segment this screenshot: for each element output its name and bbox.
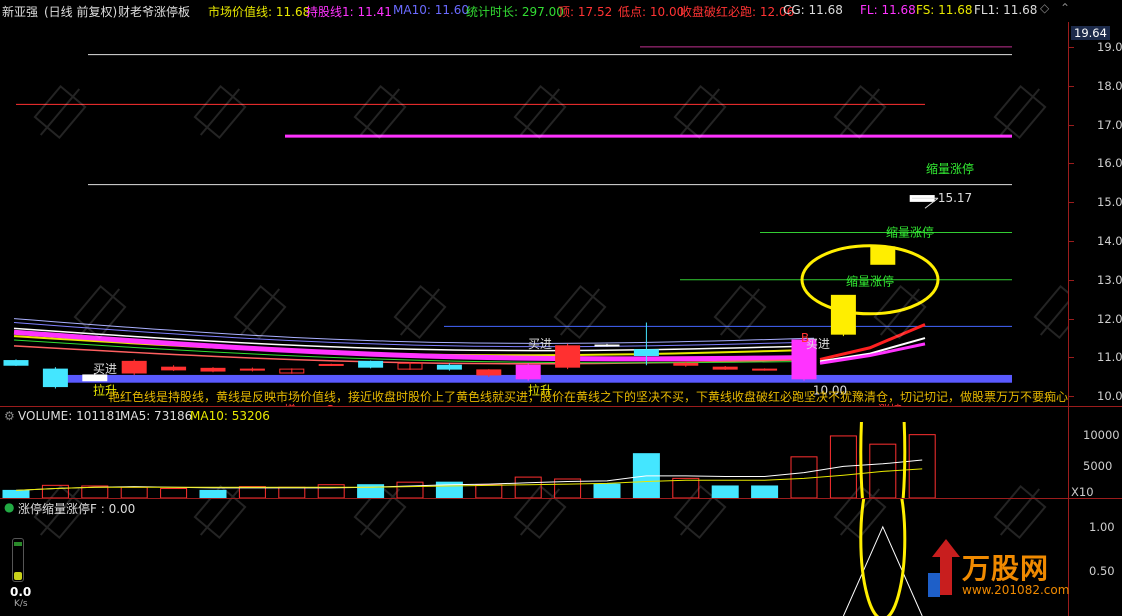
volume-bar[interactable] (672, 477, 700, 498)
brand-logo: 万股网 www.201082.com (918, 537, 1070, 607)
brand-name: 万股网 (962, 552, 1050, 585)
volume-bar[interactable] (120, 486, 148, 498)
price-tick-label: 18.00 (1097, 78, 1122, 93)
speed-meter-icon (12, 538, 24, 582)
price-tick-label: 13.00 (1097, 272, 1122, 287)
watermark-tile (1033, 284, 1068, 340)
indicator-axis: 1.00 0.50 (1068, 499, 1122, 616)
volume-bar[interactable] (908, 434, 936, 498)
watermark-tile (713, 284, 767, 340)
volume-bar[interactable] (751, 485, 779, 498)
price-tick (1069, 202, 1074, 204)
speed-unit: K/s (14, 599, 28, 609)
price-tick (1069, 240, 1074, 242)
indicator-tick-label: 1.00 (1089, 519, 1115, 534)
price-tick (1069, 279, 1074, 281)
price-tick (1069, 396, 1074, 398)
volume-bar[interactable] (396, 481, 424, 498)
volume-tick-label: 5000 (1083, 459, 1113, 474)
watermark-tile (33, 84, 87, 140)
volume-bar[interactable] (2, 489, 30, 498)
price-tick-label: 15.00 (1097, 195, 1122, 210)
indicator-value-2: MA10: 11.60 (393, 3, 470, 17)
volume-axis: X10 10000 5000 (1068, 407, 1122, 499)
indicator-value-5: 低点: 10.00 (618, 5, 685, 19)
volume-unit: X10 (1071, 485, 1094, 499)
volume-bar[interactable] (711, 485, 739, 498)
settings-diamond-icon[interactable]: ◇ (1040, 1, 1049, 15)
indicator-line (842, 525, 923, 616)
volume-bar[interactable] (278, 486, 306, 498)
brand-site: www.201082.com (962, 583, 1070, 597)
watermark-tile (233, 284, 287, 340)
price-tick-label: 16.00 (1097, 156, 1122, 171)
indicator-value-6: 收盘破红必跑: 12.06 (680, 5, 795, 19)
volume-ma5-label: MA5: 73186 (120, 409, 193, 423)
watermark-tile (393, 284, 447, 340)
indicator-value-8: FL: 11.68 (860, 3, 916, 17)
indicator-name[interactable]: 财老爷涨停板 (118, 3, 190, 20)
price-tick (1069, 318, 1074, 320)
speed-value: 0.0 (10, 585, 32, 599)
indicator-value-3: 统计时长: 297.00 (466, 5, 564, 19)
volume-bar[interactable] (475, 484, 503, 498)
indicator-value-7: CG: 11.68 (783, 3, 843, 17)
price-tick (1069, 124, 1074, 126)
indicator-tick-label: 0.50 (1089, 564, 1115, 579)
volume-bar[interactable] (41, 484, 69, 498)
watermark-tile (73, 284, 127, 340)
indicator-header: 新亚强 (日线 前复权) 财老爷涨停板 市场价值线: 11.68 持股线1: 11… (0, 0, 1122, 20)
panel-divider[interactable] (0, 406, 1122, 407)
watermark-tile (873, 284, 927, 340)
volume-bar[interactable] (829, 435, 857, 498)
volume-bar[interactable] (199, 489, 227, 498)
current-price-label: 19.64 (1071, 26, 1110, 40)
highlight-ellipse (859, 499, 907, 616)
volume-label: VOLUME: 101181 (18, 409, 122, 423)
volume-bar[interactable] (514, 476, 542, 498)
volume-chart[interactable] (0, 422, 1068, 498)
price-tick-label: 11.00 (1097, 350, 1122, 365)
price-tick (1069, 163, 1074, 165)
indicator-chart[interactable] (0, 499, 1068, 616)
volume-bar[interactable] (593, 483, 621, 498)
indicator-value-1: 持股线1: 11.41 (306, 5, 392, 19)
volume-tick-label: 10000 (1083, 427, 1120, 442)
price-tick-label: 19.00 (1097, 39, 1122, 54)
price-tick (1069, 46, 1074, 48)
price-axis[interactable]: 19.64 19.00 18.00 17.00 16.00 15.00 14.00 13.0… (1068, 22, 1122, 406)
volume-ma10-label: MA10: 53206 (190, 409, 270, 423)
volume-settings-icon[interactable]: ⚙ (4, 409, 15, 423)
price-tick-label: 14.00 (1097, 233, 1122, 248)
price-tick (1069, 85, 1074, 87)
watermark-tile (193, 84, 247, 140)
volume-bar[interactable] (317, 484, 345, 498)
indicator-value-10: FL1: 11.68 (974, 3, 1038, 17)
stock-name[interactable]: 新亚强 (2, 3, 38, 20)
volume-bar[interactable] (160, 488, 188, 499)
watermark-tile (833, 84, 887, 140)
watermark-tile (553, 284, 607, 340)
volume-ma10-line (15, 468, 923, 491)
indicator-value-4: 顶: 17.52 (558, 5, 613, 19)
indicator-value-0: 市场价值线: 11.68 (208, 5, 311, 19)
price-tick (1069, 357, 1074, 359)
watermark-tile (993, 84, 1047, 140)
watermark-tile (353, 84, 407, 140)
watermark-tile (673, 84, 727, 140)
price-tick-label: 12.00 (1097, 311, 1122, 326)
indicator-value-9: FS: 11.68 (916, 3, 973, 17)
price-tick-label: 10.00 (1097, 389, 1122, 404)
period-label[interactable]: (日线 前复权) (44, 3, 117, 20)
highlight-ellipse (859, 422, 907, 498)
expand-icon[interactable]: ⌃ (1060, 1, 1070, 15)
network-speed-widget: 0.0 K/s (6, 530, 34, 610)
watermark-tile (513, 84, 567, 140)
price-tick-label: 17.00 (1097, 117, 1122, 132)
